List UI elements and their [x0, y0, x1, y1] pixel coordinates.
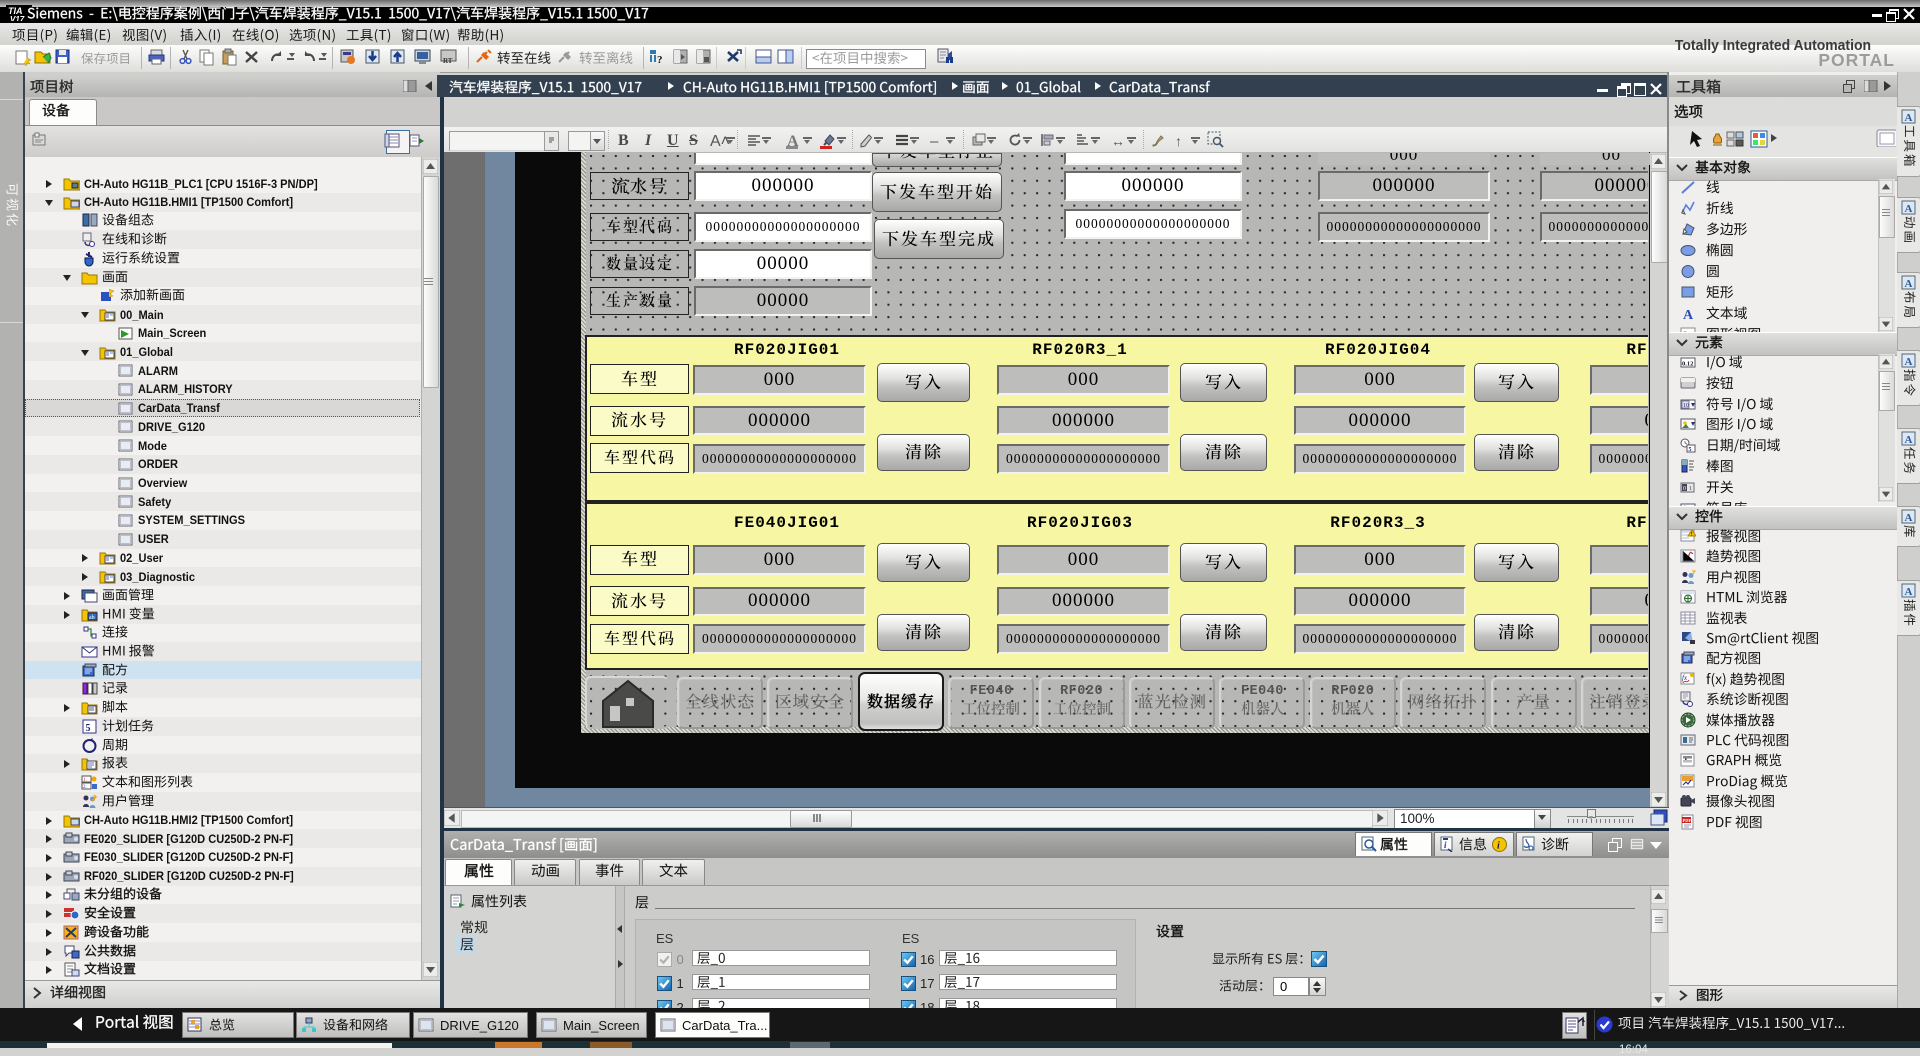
svg-text:5: 5 [1689, 447, 1692, 453]
svg-text:A: A [1905, 356, 1913, 368]
svg-text:?: ? [657, 54, 663, 66]
svg-text:A: A [1905, 512, 1913, 524]
svg-text:A: A [1905, 434, 1913, 446]
svg-text:i: i [1497, 841, 1500, 852]
svg-text:V17: V17 [10, 15, 25, 21]
svg-text:A: A [1905, 586, 1913, 598]
svg-text:PDF: PDF [1683, 818, 1692, 823]
svg-text:1.: 1. [83, 778, 87, 783]
svg-text:10: 10 [1683, 403, 1689, 409]
svg-text:1: 1 [1689, 486, 1692, 492]
svg-text:A: A [1905, 112, 1913, 124]
svg-text:!: ! [1691, 532, 1693, 538]
svg-text:fx: fx [1682, 674, 1688, 682]
svg-text:ab: ab [89, 615, 95, 621]
svg-text:0.12: 0.12 [1682, 361, 1693, 368]
svg-text:RT: RT [443, 57, 453, 65]
svg-text:5: 5 [86, 723, 91, 734]
svg-text:A: A [1905, 278, 1913, 290]
svg-text:2.: 2. [83, 785, 87, 790]
svg-text:A: A [1683, 308, 1694, 321]
svg-text:0: 0 [1683, 486, 1686, 492]
svg-text:A: A [1905, 203, 1913, 215]
